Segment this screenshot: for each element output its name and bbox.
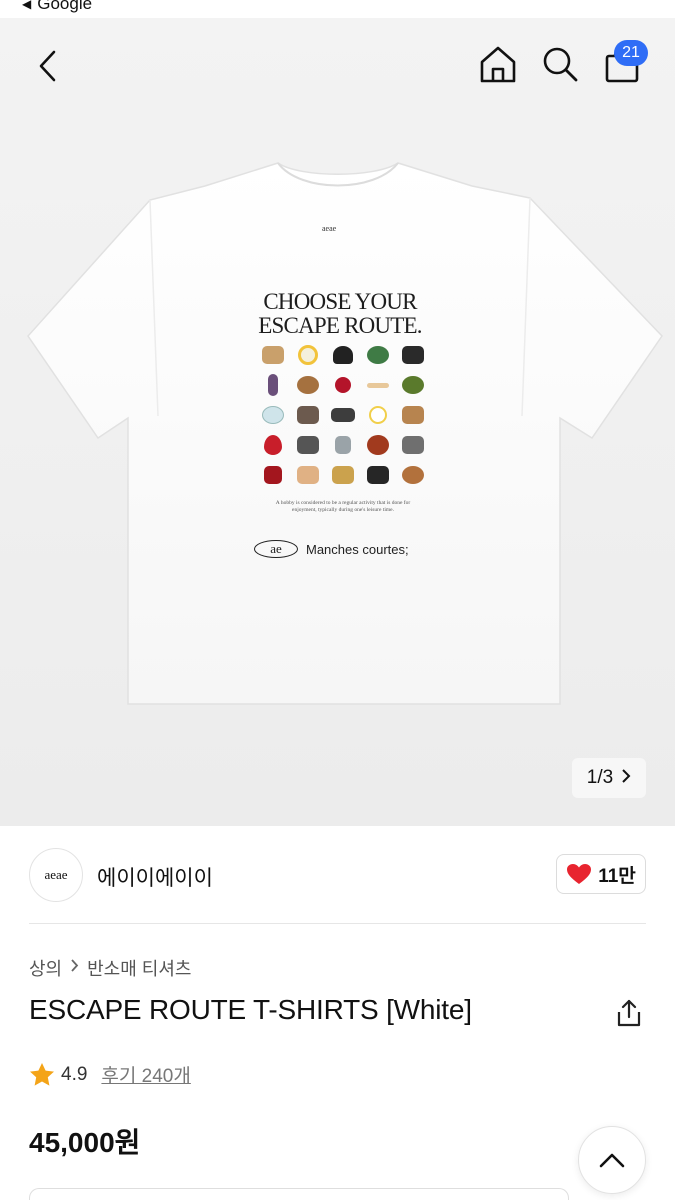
like-count: 11만	[598, 865, 636, 887]
share-button[interactable]	[612, 996, 646, 1030]
product-image-gallery[interactable]: aeae CHOOSE YOUR ESCAPE ROUTE. A hobby i…	[0, 18, 675, 826]
book-icon	[255, 340, 290, 370]
sneaker-icon	[395, 400, 430, 430]
cherries-icon	[325, 370, 360, 400]
graphic-print-title: CHOOSE YOUR ESCAPE ROUTE.	[240, 290, 440, 338]
share-icon	[617, 999, 641, 1027]
brand-name[interactable]: 에이이에이이	[97, 862, 213, 892]
image-pager[interactable]: 1/3	[572, 758, 646, 798]
print-signature: ae Manches courtes;	[254, 540, 409, 558]
breadcrumb-item-top[interactable]: 상의	[29, 955, 62, 981]
flower-icon	[360, 400, 395, 430]
cigarette-icon	[360, 370, 395, 400]
cart-count-badge: 21	[614, 40, 648, 66]
record-player-icon	[360, 460, 395, 490]
search-button[interactable]	[538, 40, 582, 88]
divider	[29, 923, 646, 924]
leaf-icon	[360, 340, 395, 370]
review-link[interactable]: 후기 240개	[101, 1061, 190, 1088]
product-title: ESCAPE ROUTE T-SHIRTS [White]	[29, 994, 472, 1025]
print-object-grid	[255, 340, 430, 490]
chevron-up-icon	[599, 1153, 625, 1168]
chevron-right-icon	[70, 959, 79, 977]
rating-row: 4.9 후기 240개	[29, 1061, 191, 1088]
dice-icon	[255, 460, 290, 490]
chevron-left-icon	[39, 50, 56, 82]
status-strip: ◀ Google	[0, 0, 675, 18]
home-icon	[480, 46, 516, 83]
camera-icon	[395, 340, 430, 370]
radio-icon	[290, 430, 325, 460]
home-button[interactable]	[476, 40, 520, 88]
chevron-right-icon	[621, 767, 631, 789]
pie-icon	[360, 430, 395, 460]
product-price: 45,000원	[29, 1127, 141, 1158]
like-button[interactable]: 11만	[556, 854, 646, 894]
rating-value: 4.9	[61, 1063, 88, 1085]
strawberry-icon	[255, 430, 290, 460]
lavender-icon	[255, 370, 290, 400]
search-icon	[543, 47, 578, 82]
breadcrumb: 상의 반소매 티셔츠	[29, 955, 192, 981]
breadcrumb-item-category[interactable]: 반소매 티셔츠	[87, 955, 191, 981]
back-to-app-label: Google	[37, 0, 93, 13]
print-fine-text: A hobby is considered to be a regular ac…	[275, 500, 411, 513]
back-button[interactable]	[28, 46, 68, 86]
typewriter-icon	[395, 430, 430, 460]
scroll-to-top-button[interactable]	[578, 1126, 646, 1194]
telephone-icon	[325, 460, 360, 490]
top-navigation: 21	[0, 18, 675, 108]
headphones-icon	[325, 340, 360, 370]
tshirt-image: aeae CHOOSE YOUR ESCAPE ROUTE. A hobby i…	[0, 18, 675, 826]
print-line-1: CHOOSE YOUR	[263, 289, 417, 314]
print-line-2: ESCAPE ROUTE.	[258, 313, 422, 338]
back-triangle-icon: ◀	[22, 0, 32, 11]
bread-icon	[290, 370, 325, 400]
fried-egg-icon	[290, 340, 325, 370]
fishbowl-icon	[255, 400, 290, 430]
paper-crane-icon	[290, 460, 325, 490]
brand-row: aeae 에이이에이이 11만	[0, 826, 675, 924]
print-logo: ae	[254, 540, 298, 558]
brand-logo[interactable]: aeae	[29, 848, 83, 902]
books-stack-icon	[290, 400, 325, 430]
back-to-app[interactable]: ◀ Google	[22, 0, 92, 14]
film-camera-icon	[325, 400, 360, 430]
jar-icon	[325, 430, 360, 460]
pager-count: 1/3	[586, 767, 614, 788]
donut-icon	[395, 460, 430, 490]
heart-icon	[567, 864, 592, 884]
print-signature-text: Manches courtes;	[306, 541, 409, 557]
collar-logo: aeae	[322, 224, 337, 233]
star-icon	[30, 1063, 54, 1086]
avocado-icon	[395, 370, 430, 400]
next-section-card	[29, 1188, 569, 1200]
